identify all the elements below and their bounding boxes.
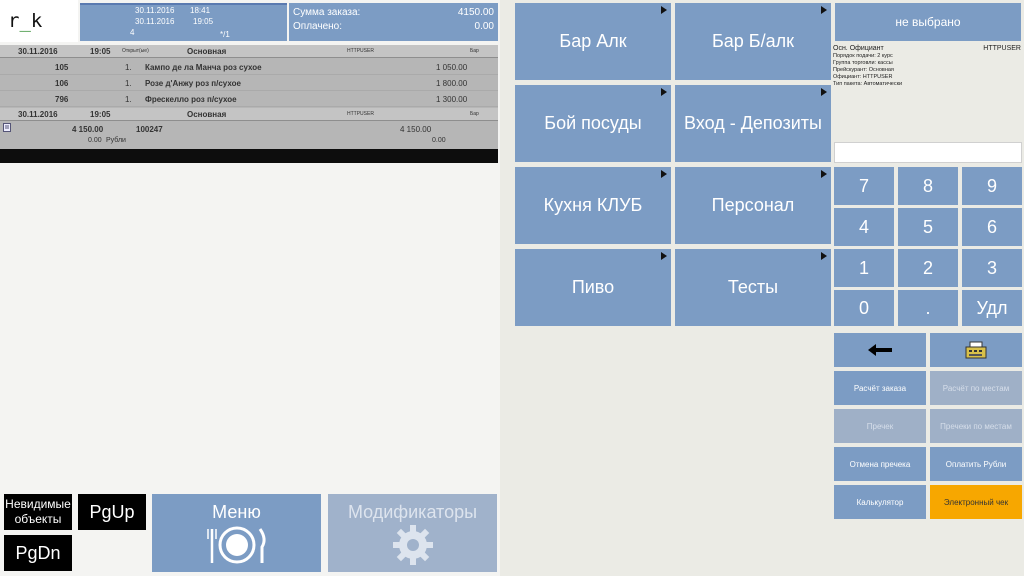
list-item[interactable]: 106 1. Розе д'Анжу роз п/сухое 1 800.00	[0, 76, 498, 91]
detail-line: Прейскурант: Основная	[833, 67, 894, 73]
electronic-receipt-button[interactable]: Электронный чек	[930, 485, 1022, 519]
menu-button-label: Меню	[212, 502, 261, 522]
detail-line: Группа торговли: кассы	[833, 60, 893, 66]
category-bar-alc[interactable]: Бар Алк	[515, 3, 671, 80]
modifiers-button-label: Модификаторы	[347, 502, 478, 522]
numpad-key-0[interactable]: 0	[834, 290, 894, 326]
arrow-left-icon	[868, 344, 892, 356]
calculator-button[interactable]: Калькулятор	[834, 485, 926, 519]
detail-line: Тип пакета: Автоматически	[833, 81, 903, 87]
precheck-button[interactable]: Пречек	[834, 409, 926, 443]
order-header-date: 30.11.2016	[18, 47, 58, 56]
list-footer-bar	[0, 149, 498, 163]
order-current-time: 19:05	[193, 17, 214, 26]
numpad-key-8[interactable]: 8	[898, 167, 958, 205]
order-header-status: Открыт(ые)	[122, 48, 149, 54]
order-header-time: 19:05	[90, 47, 111, 56]
order-list[interactable]: 30.11.2016 19:05 Открыт(ые) Основная HTT…	[0, 45, 498, 149]
submenu-arrow-icon	[661, 6, 667, 14]
submenu-arrow-icon	[821, 252, 827, 260]
app-logo: r_k	[0, 0, 78, 42]
prechecks-by-seats-button[interactable]: Пречеки по местам	[930, 409, 1022, 443]
numpad-key-6[interactable]: 6	[962, 208, 1022, 246]
numpad-key-7[interactable]: 7	[834, 167, 894, 205]
detail-line: Порядок подачи: 2 курс	[833, 53, 893, 59]
menu-button[interactable]: Меню	[152, 494, 321, 572]
order-header-place: Бар	[470, 48, 479, 54]
plate-cutlery-icon	[206, 526, 266, 564]
order-paid-value: 0.00	[88, 137, 102, 144]
order-current-date: 30.11.2016	[135, 17, 175, 26]
order-total-sum-2: 4 150.00	[400, 125, 432, 134]
order-sum-value: 4150.00	[457, 7, 494, 18]
category-entry-deposits[interactable]: Вход - Депозиты	[675, 85, 831, 162]
page-down-button[interactable]: PgDn	[4, 535, 72, 571]
numpad-key-delete[interactable]: Удл	[962, 290, 1022, 326]
order-payment-button[interactable]: Расчёт заказа	[834, 371, 926, 405]
pay-rubles-button[interactable]: Оплатить Рубли	[930, 447, 1022, 481]
numpad-key-dot[interactable]: .	[898, 290, 958, 326]
list-item[interactable]: 105 1. Кампо де ла Манча роз сухое 1 050…	[0, 60, 498, 75]
submenu-arrow-icon	[821, 6, 827, 14]
invisible-objects-button[interactable]: Невидимые объекты	[4, 494, 72, 530]
order-paid-currency: Рубли	[106, 137, 126, 144]
submenu-arrow-icon	[661, 252, 667, 260]
numpad-key-3[interactable]: 3	[962, 249, 1022, 287]
order-info-box: 30.11.2016 18:41 30.11.2016 19:05 4 */1	[80, 3, 287, 41]
category-beer[interactable]: Пиво	[515, 249, 671, 326]
order-open-time: 18:41	[190, 6, 211, 15]
quantity-input[interactable]	[834, 142, 1022, 163]
modifiers-button[interactable]: Модификаторы	[328, 494, 497, 572]
order-paid-value-2: 0.00	[432, 137, 446, 144]
order-details: Осн. Официант HTTPUSER Порядок подачи: 2…	[833, 44, 1023, 88]
submenu-arrow-icon	[661, 170, 667, 178]
numpad-key-2[interactable]: 2	[898, 249, 958, 287]
document-icon	[3, 123, 11, 132]
detail-line: Официант: HTTPUSER	[833, 74, 893, 80]
cancel-precheck-button[interactable]: Отмена пречека	[834, 447, 926, 481]
order-sum-label: Сумма заказа:	[293, 7, 361, 18]
numpad-key-4[interactable]: 4	[834, 208, 894, 246]
category-tests[interactable]: Тесты	[675, 249, 831, 326]
order-subheader-row[interactable]: 30.11.2016 19:05 Основная HTTPUSER Бар	[0, 108, 498, 121]
order-header-name: Основная	[187, 47, 227, 56]
submenu-arrow-icon	[661, 88, 667, 96]
paid-label: Оплачено:	[293, 21, 343, 32]
category-staff[interactable]: Персонал	[675, 167, 831, 244]
order-open-date: 30.11.2016	[135, 6, 175, 15]
numpad-key-1[interactable]: 1	[834, 249, 894, 287]
cash-register-icon	[965, 341, 987, 359]
guest-count: 4	[130, 28, 135, 37]
order-header-row[interactable]: 30.11.2016 19:05 Открыт(ые) Основная HTT…	[0, 45, 498, 58]
payment-by-seats-button[interactable]: Расчёт по местам	[930, 371, 1022, 405]
submenu-arrow-icon	[821, 88, 827, 96]
main-waiter-value: HTTPUSER	[983, 45, 1021, 52]
numpad-key-5[interactable]: 5	[898, 208, 958, 246]
paid-value: 0.00	[474, 21, 494, 32]
category-kitchen-club[interactable]: Кухня КЛУБ	[515, 167, 671, 244]
page-up-button[interactable]: PgUp	[78, 494, 146, 530]
backspace-button[interactable]	[834, 333, 926, 367]
table-number: */1	[220, 30, 230, 39]
cash-register-button[interactable]	[930, 333, 1022, 367]
order-number: 100247	[136, 125, 163, 134]
main-waiter-label: Осн. Официант	[833, 45, 884, 52]
waiter-select-button[interactable]: не выбрано	[835, 3, 1021, 41]
order-total-sum: 4 150.00	[72, 125, 104, 134]
order-total-row: 4 150.00 100247 4 150.00	[0, 122, 498, 137]
order-sum-box: Сумма заказа: 4150.00 Оплачено: 0.00	[289, 3, 498, 41]
list-item[interactable]: 796 1. Фрескелло роз п/сухое 1 300.00	[0, 92, 498, 107]
numpad-key-9[interactable]: 9	[962, 167, 1022, 205]
gear-icon	[392, 525, 433, 565]
order-header-user: HTTPUSER	[347, 48, 374, 54]
submenu-arrow-icon	[821, 170, 827, 178]
category-broken-dishes[interactable]: Бой посуды	[515, 85, 671, 162]
category-bar-non-alc[interactable]: Бар Б/алк	[675, 3, 831, 80]
